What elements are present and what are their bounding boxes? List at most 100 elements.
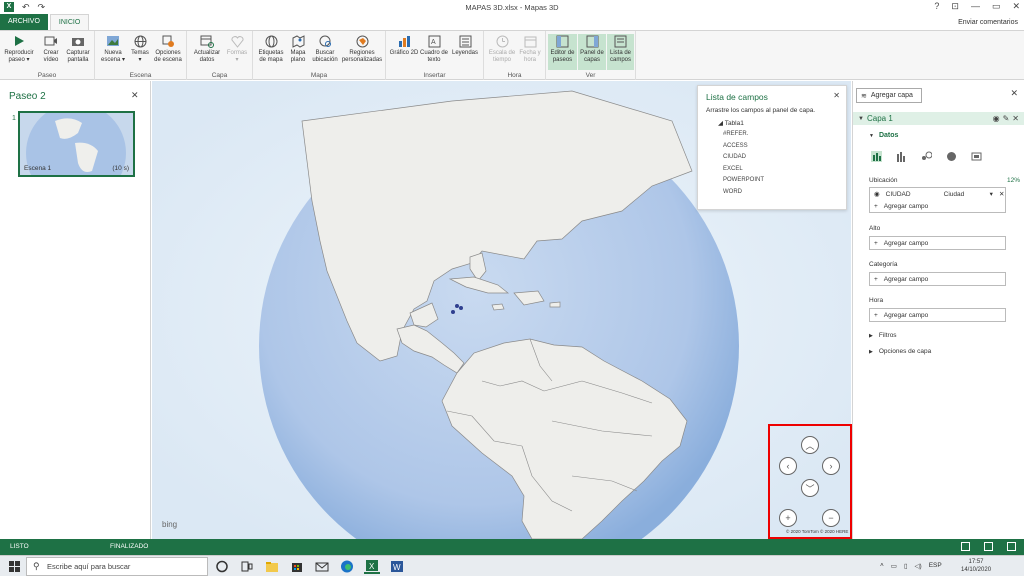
location-field-row[interactable]: ◉ CIUDAD Ciudad ▾ ✕ [870,188,1005,200]
word-taskbar-icon[interactable]: W [389,559,405,574]
view-normal-icon[interactable] [961,542,970,551]
shapes-button[interactable]: Formas ▾ [225,34,249,63]
data-section-header[interactable]: ▼ Datos [869,132,898,139]
close-icon[interactable]: ✕ [131,90,139,101]
field-list-button[interactable]: Lista de campos [607,34,634,70]
themes-button[interactable]: Temas ▾ [129,34,151,63]
chart-2d-button[interactable]: Gráfico 2D [389,34,419,57]
help-button[interactable]: ? [934,1,939,12]
refresh-data-button[interactable]: Actualizar datos [190,34,224,63]
layer-name[interactable]: Capa 1 [867,114,893,123]
remove-field-icon[interactable]: ✕ [999,190,1004,198]
field-item[interactable]: #REFER. [723,129,764,141]
layer-header[interactable]: ▼ Capa 1 ◉ ✎ ✕ [853,112,1024,125]
region-icon[interactable] [971,151,982,162]
close-icon[interactable]: ✕ [833,91,840,100]
taskbar-search-box[interactable]: ⚲ Escribe aquí para buscar [26,557,208,576]
flat-map-button[interactable]: Mapa plano [287,34,309,63]
store-icon[interactable] [289,559,305,574]
clustered-column-icon[interactable] [896,151,907,162]
custom-regions-button[interactable]: Regiones personalizadas [340,34,384,63]
layer-options-section[interactable]: ▶ Opciones de capa [869,348,931,355]
data-point[interactable] [459,306,463,310]
volume-icon[interactable]: ◁) [915,562,922,570]
network-icon[interactable]: ▭ [891,562,897,570]
rotate-right-button[interactable]: › [822,457,840,475]
new-scene-button[interactable]: Nueva escena ▾ [99,34,127,63]
tilt-down-button[interactable]: ﹀ [801,479,819,497]
capture-screen-button[interactable]: Capturar pantalla [64,34,92,63]
stacked-column-icon[interactable] [871,151,882,162]
location-type-dropdown[interactable]: Ciudad [944,191,984,198]
rotate-left-button[interactable]: ‹ [779,457,797,475]
bubble-icon[interactable] [921,151,933,162]
close-icon[interactable]: ✕ [1010,88,1018,99]
field-item[interactable]: ACCESS [723,141,764,153]
tab-file[interactable]: ARCHIVO [0,14,48,30]
find-location-button[interactable]: Buscar ubicación [310,34,340,63]
timeline-button[interactable]: Escala de tiempo [487,34,517,63]
redo-icon[interactable]: ↷ [38,2,46,13]
collapse-triangle-icon[interactable]: ▼ [858,116,864,122]
tab-home[interactable]: INICIO [49,14,90,30]
add-field-height[interactable]: + Agregar campo [870,237,1005,249]
plus-icon: + [874,275,878,283]
radio-icon[interactable]: ◉ [874,190,880,198]
zoom-in-button[interactable]: + [779,509,797,527]
restore-button[interactable]: ▭ [992,1,1001,12]
scene-thumbnail[interactable]: Escena 1 (10 s) [18,111,135,177]
delete-icon[interactable]: ✕ [1012,114,1019,123]
field-item[interactable]: CIUDAD [723,152,764,164]
field-item[interactable]: EXCEL [723,164,764,176]
visualization-types [871,151,982,162]
view-expand-icon[interactable] [1007,542,1016,551]
send-feedback-link[interactable]: Enviar comentarios [958,19,1018,26]
minimize-button[interactable]: — [971,1,980,12]
visibility-icon[interactable]: ◉ [993,114,1000,123]
create-video-button[interactable]: Crear vídeo [38,34,64,63]
refresh-icon [199,34,215,48]
scene-options-button[interactable]: Opciones de escena [152,34,184,63]
chevron-down-icon[interactable]: ▾ [990,190,993,198]
add-field-time[interactable]: + Agregar campo [870,309,1005,321]
tour-title: Paseo 2 [9,91,46,102]
mail-icon[interactable] [314,559,330,574]
task-view-icon[interactable] [239,559,255,574]
undo-icon[interactable]: ↶ [22,2,30,13]
table-node[interactable]: ◢ Tabla1 [718,119,744,127]
battery-icon[interactable]: ▯ [904,562,908,570]
tour-editor-button[interactable]: Editor de paseos [548,34,577,70]
field-item[interactable]: POWERPOINT [723,175,764,187]
heatmap-icon[interactable] [946,151,957,162]
chevron-up-icon[interactable]: ˄ [880,562,884,570]
date-time-button[interactable]: Fecha y hora [517,34,543,63]
view-fullscreen-icon[interactable] [984,542,993,551]
legends-button[interactable]: Leyendas [450,34,480,57]
file-explorer-icon[interactable] [264,559,280,574]
close-button[interactable]: ✕ [1012,1,1020,12]
location-match-percent[interactable]: 12% [1007,177,1020,184]
ribbon-display-button[interactable]: ⊡ [951,1,959,12]
play-tour-button[interactable]: Reproducir paseo ▾ [4,34,34,63]
layer-pane-icon [584,34,600,48]
system-clock[interactable]: 17:57 14/10/2020 [961,558,991,574]
title-bar: X ↶ ↷ MAPAS 3D.xlsx - Mapas 3D ? ⊡ — ▭ ✕ [0,0,1024,14]
field-item[interactable]: WORD [723,187,764,199]
cortana-icon[interactable] [214,559,230,574]
zoom-out-button[interactable]: − [822,509,840,527]
add-field-category[interactable]: + Agregar campo [870,273,1005,285]
add-field-location[interactable]: + Agregar campo [870,200,1005,212]
windows-start-icon[interactable] [9,561,20,572]
language-indicator[interactable]: ESP [929,562,942,570]
data-point[interactable] [451,310,455,314]
tilt-up-button[interactable]: ︿ [801,436,819,454]
filters-section[interactable]: ▶ Filtros [869,332,897,339]
edge-icon[interactable] [339,559,355,574]
textbox-button[interactable]: A Cuadro de texto [419,34,449,63]
rename-icon[interactable]: ✎ [1003,114,1010,123]
add-layer-button[interactable]: ≋ Agregar capa [856,88,922,103]
excel-taskbar-icon[interactable]: X [364,559,380,574]
map-labels-button[interactable]: Etiquetas de mapa [256,34,286,63]
layer-pane-button[interactable]: Panel de capas [578,34,606,70]
data-point[interactable] [455,304,459,308]
